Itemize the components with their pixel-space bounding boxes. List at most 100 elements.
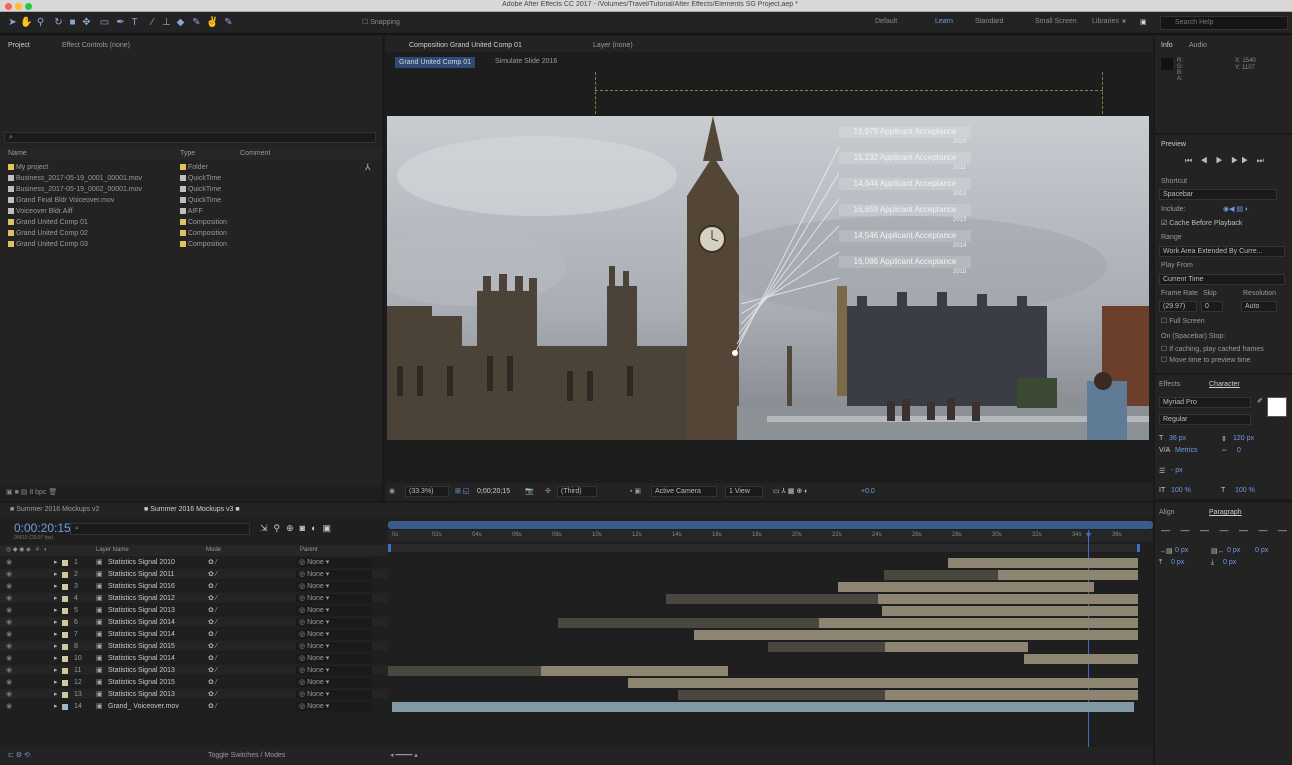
parent-dropdown[interactable]: ◎ None ▾ <box>296 654 372 663</box>
workspace-overflow-icon[interactable]: » <box>1122 18 1126 25</box>
parent-dropdown[interactable]: ◎ None ▾ <box>296 606 372 615</box>
hand-tool-icon[interactable]: ✋ <box>20 16 33 29</box>
table-row[interactable]: ◉ ▸ 14 ▣ Grand_ Voiceover.mov ✿ ⁄ ◎ None ▾ <box>0 701 388 712</box>
timeline-timecode[interactable]: 0:00:20:15 <box>14 521 71 535</box>
callout-label[interactable]: 16,978 Applicant Acceptance <box>839 126 971 138</box>
tab-paragraph[interactable]: Paragraph <box>1209 509 1242 516</box>
visibility-icon[interactable]: ◉ <box>6 617 12 628</box>
shortcut-dropdown[interactable]: Spacebar <box>1159 189 1277 200</box>
parent-dropdown[interactable]: ◎ None ▾ <box>296 618 372 627</box>
parent-dropdown[interactable]: ◎ None ▾ <box>296 666 372 675</box>
project-item[interactable]: My project Folder <box>8 162 378 173</box>
exposure-value[interactable]: +0.0 <box>861 483 875 501</box>
vertical-scale-value[interactable]: 100 % <box>1171 487 1191 494</box>
tab-effects-presets[interactable]: Effects <box>1159 381 1180 388</box>
switches-icon[interactable]: ✿ ⁄ <box>208 569 217 580</box>
pin-tool-icon[interactable]: ✎ <box>222 16 235 29</box>
callout-label[interactable]: 14,644 Applicant Acceptance <box>839 178 971 190</box>
grid-guides-icon[interactable]: ⊞ ◱ <box>455 483 469 501</box>
flowchart-icon[interactable]: ⅄ <box>365 162 371 173</box>
minimize-window-button[interactable] <box>15 3 22 10</box>
label-color-icon[interactable] <box>62 560 68 566</box>
col-name[interactable]: Name <box>8 148 27 160</box>
footer-icons[interactable]: ⊏ ⚙ ⟲ <box>8 747 30 765</box>
callout-label[interactable]: 15,232 Applicant Acceptance <box>839 152 971 164</box>
work-area-range[interactable] <box>388 544 1140 552</box>
label-color-icon[interactable] <box>62 596 68 602</box>
col-type[interactable]: Type <box>180 148 195 160</box>
project-item[interactable]: Grand Final Bldr Voiceover.mov QuickTime <box>8 195 378 206</box>
col-switches[interactable]: Mode <box>206 545 221 556</box>
tab-audio[interactable]: Audio <box>1189 42 1207 49</box>
horizontal-scale-value[interactable]: 100 % <box>1235 487 1255 494</box>
visibility-icon[interactable]: ◉ <box>6 665 12 676</box>
space-after-value[interactable]: 0 px <box>1223 559 1236 566</box>
switches-icon[interactable]: ✿ ⁄ <box>208 605 217 616</box>
col-comment[interactable]: Comment <box>240 148 270 160</box>
parent-dropdown[interactable]: ◎ None ▾ <box>296 690 372 699</box>
roto-brush-tool-icon[interactable]: ✎ <box>190 16 203 29</box>
project-item[interactable]: Business_2017-05-19_0002_00001.mov Quick… <box>8 184 378 195</box>
eyedropper-icon[interactable]: ✐ <box>1257 397 1263 405</box>
indent-right-value[interactable]: 0 px <box>1227 547 1240 554</box>
expand-icon[interactable]: ▸ <box>54 593 58 604</box>
move-time-checkbox[interactable]: ☐ Move time to preview time <box>1161 356 1251 364</box>
camera-tool-icon[interactable]: ■ <box>66 16 79 29</box>
include-toggles-icon[interactable]: ◉◀ ▤ ◐ <box>1223 205 1249 213</box>
clone-stamp-tool-icon[interactable]: ⊥ <box>160 16 173 29</box>
layer-duration-bar[interactable] <box>819 618 1138 628</box>
label-color-icon[interactable] <box>62 704 68 710</box>
switches-icon[interactable]: ✿ ⁄ <box>208 581 217 592</box>
parent-dropdown[interactable]: ◎ None ▾ <box>296 678 372 687</box>
views-dropdown[interactable]: 1 View <box>725 486 763 497</box>
range-dropdown[interactable]: Work Area Extended By Curre... <box>1159 246 1285 257</box>
resolution-dropdown[interactable]: (Third) <box>557 486 597 497</box>
layer-name[interactable]: Statistics Signal 2013 <box>108 665 175 676</box>
expand-icon[interactable]: ▸ <box>54 605 58 616</box>
layer-name[interactable]: Statistics Signal 2016 <box>108 581 175 592</box>
project-item[interactable]: Grand United Comp 03 Composition <box>8 239 378 250</box>
channel-icon[interactable]: ✣ <box>545 483 551 501</box>
layer-duration-bar[interactable] <box>541 666 728 676</box>
visibility-icon[interactable]: ◉ <box>6 629 12 640</box>
layer-duration-bar[interactable] <box>948 558 1138 568</box>
project-item[interactable]: Voiceover Bldr.Aiff AIFF <box>8 206 378 217</box>
toggle-switches-modes[interactable]: Toggle Switches / Modes <box>208 747 285 765</box>
layer-name[interactable]: Statistics Signal 2015 <box>108 641 175 652</box>
project-item[interactable]: Business_2017-05-19_0001_00001.mov Quick… <box>8 173 378 184</box>
visibility-icon[interactable]: ◉ <box>6 581 12 592</box>
label-color-icon[interactable] <box>62 692 68 698</box>
time-ruler[interactable]: 0s 02s 04s 06s 08s 10s 12s 14s 16s 18s 20s 22s 24s 26… <box>388 530 1153 542</box>
parent-dropdown[interactable]: ◎ None ▾ <box>296 570 372 579</box>
switches-icon[interactable]: ✿ ⁄ <box>208 641 217 652</box>
work-area-bar[interactable] <box>388 521 1153 529</box>
search-help-input[interactable]: Search Help <box>1160 16 1288 30</box>
parent-dropdown[interactable]: ◎ None ▾ <box>296 582 372 591</box>
table-row[interactable]: ◉ ▸ 8 ▣ Statistics Signal 2015 ✿ ⁄ ◎ None ▾ <box>0 641 388 652</box>
rectangle-tool-icon[interactable]: ▭ <box>98 16 111 29</box>
full-screen-checkbox[interactable]: ☐ Full Screen <box>1161 317 1205 325</box>
table-row[interactable]: ◉ ▸ 12 ▣ Statistics Signal 2015 ✿ ⁄ ◎ None ▾ <box>0 677 388 688</box>
font-family-dropdown[interactable]: Myriad Pro <box>1159 397 1251 408</box>
playback-controls[interactable]: ⏮ ◀ ▶ ▶▶ ⏭ <box>1185 156 1267 166</box>
comp-breadcrumb-1[interactable]: Grand United Comp 01 <box>395 57 475 68</box>
layer-duration-bar[interactable] <box>694 630 1138 640</box>
layer-name[interactable]: Statistics Signal 2013 <box>108 605 175 616</box>
layer-name[interactable]: Statistics Signal 2014 <box>108 653 175 664</box>
indent-left-value[interactable]: 0 px <box>1175 547 1188 554</box>
stroke-value[interactable]: - px <box>1171 467 1183 474</box>
tab-align[interactable]: Align <box>1159 509 1175 516</box>
layer-name[interactable]: Statistics Signal 2012 <box>108 593 175 604</box>
callout-label[interactable]: 14,546 Applicant Acceptance <box>839 230 971 242</box>
table-row[interactable]: ◉ ▸ 2 ▣ Statistics Signal 2011 ✿ ⁄ ◎ None ▾ <box>0 569 388 580</box>
switches-icon[interactable]: ✿ ⁄ <box>208 557 217 568</box>
selection-tool-icon[interactable]: ➤ <box>6 16 19 29</box>
play-from-dropdown[interactable]: Current Time <box>1159 274 1285 285</box>
switches-icon[interactable]: ✿ ⁄ <box>208 689 217 700</box>
magnification-dropdown[interactable]: (33.3%) <box>405 486 449 497</box>
workspace-small-screen[interactable]: Small Screen <box>1035 18 1077 25</box>
callout-label[interactable]: 16,659 Applicant Acceptance <box>839 204 971 216</box>
table-row[interactable]: ◉ ▸ 3 ▣ Statistics Signal 2016 ✿ ⁄ ◎ None ▾ <box>0 581 388 592</box>
layer-name[interactable]: Grand_ Voiceover.mov <box>108 701 179 712</box>
workspace-standard[interactable]: Standard <box>975 18 1003 25</box>
